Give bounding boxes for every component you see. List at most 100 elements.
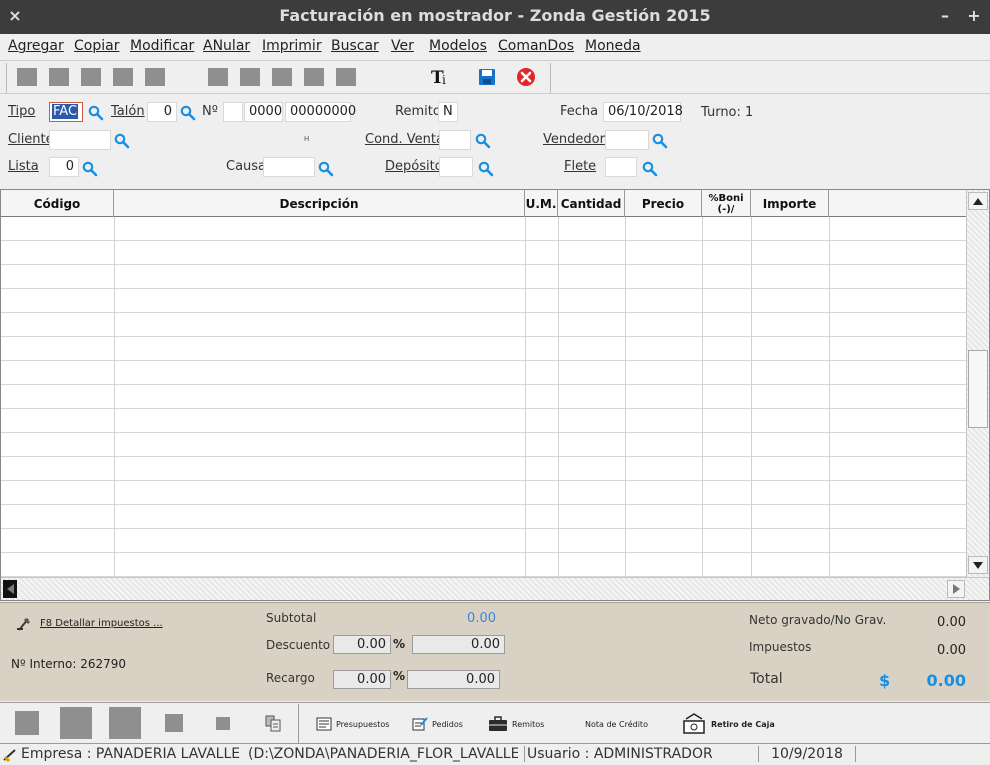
save-icon[interactable]	[476, 66, 498, 88]
toolbar: Ti	[0, 60, 990, 94]
bottom-button-3[interactable]	[109, 707, 141, 739]
subtotal-value: 0.00	[467, 611, 496, 626]
column-header-importe[interactable]: Importe	[751, 190, 829, 217]
table-row[interactable]	[1, 241, 966, 265]
table-row[interactable]	[1, 481, 966, 505]
talon-field[interactable]: 0	[147, 102, 177, 122]
pedidos-button[interactable]: Pedidos	[412, 713, 463, 735]
tipo-field[interactable]: FAC	[49, 102, 83, 122]
table-row[interactable]	[1, 385, 966, 409]
turno-label: Turno: 1	[701, 105, 754, 120]
toolbar-button-3[interactable]	[81, 68, 101, 86]
cond-venta-field[interactable]	[439, 130, 471, 150]
menu-comandos[interactable]: ComanDos	[498, 38, 574, 54]
numero-field[interactable]: 00000000	[285, 102, 356, 122]
recargo-percent-field[interactable]: 0.00	[333, 670, 391, 689]
vendedor-field[interactable]	[605, 130, 649, 150]
causa-field[interactable]	[263, 157, 315, 177]
bottom-button-5[interactable]	[216, 717, 230, 730]
fecha-field[interactable]: 06/10/2018	[603, 102, 683, 122]
table-row[interactable]	[1, 361, 966, 385]
table-row[interactable]	[1, 313, 966, 337]
table-row[interactable]	[1, 265, 966, 289]
vertical-scrollbar[interactable]	[966, 190, 989, 577]
toolbar-button-4[interactable]	[113, 68, 133, 86]
column-header-descripcion[interactable]: Descripción	[114, 190, 525, 217]
table-row[interactable]	[1, 337, 966, 361]
toolbar-button-1[interactable]	[17, 68, 37, 86]
descuento-percent-field[interactable]: 0.00	[333, 635, 391, 654]
search-icon[interactable]	[180, 105, 196, 121]
table-row[interactable]	[1, 289, 966, 313]
bottom-button-4[interactable]	[165, 714, 183, 732]
toolbar-button-5[interactable]	[145, 68, 165, 86]
toolbar-button-8[interactable]	[272, 68, 292, 86]
menu-buscar[interactable]: Buscar	[331, 38, 379, 54]
search-icon[interactable]	[82, 161, 98, 177]
table-row[interactable]	[1, 505, 966, 529]
search-icon[interactable]	[478, 161, 494, 177]
cancel-icon[interactable]	[515, 66, 537, 88]
table-row[interactable]	[1, 553, 966, 577]
table-row[interactable]	[1, 217, 966, 241]
toolbar-button-7[interactable]	[240, 68, 260, 86]
maximize-window-button[interactable]: +	[965, 6, 983, 25]
copy-docs-icon[interactable]	[264, 714, 282, 732]
recargo-amount-field[interactable]: 0.00	[407, 670, 500, 689]
column-header-precio[interactable]: Precio	[625, 190, 702, 217]
menu-anular[interactable]: ANular	[203, 38, 250, 54]
search-icon[interactable]	[642, 161, 658, 177]
menu-ver[interactable]: Ver	[391, 38, 414, 54]
toolbar-button-10[interactable]	[336, 68, 356, 86]
scroll-thumb[interactable]	[968, 350, 988, 428]
chevron-up-icon	[973, 197, 983, 205]
search-icon[interactable]	[475, 133, 491, 149]
toolbar-button-9[interactable]	[304, 68, 324, 86]
search-icon[interactable]	[318, 161, 334, 177]
menu-moneda[interactable]: Moneda	[585, 38, 641, 54]
scroll-right-button[interactable]	[947, 580, 965, 598]
table-row[interactable]	[1, 457, 966, 481]
column-header-codigo[interactable]: Código	[1, 190, 114, 217]
menu-modificar[interactable]: Modificar	[130, 38, 194, 54]
table-row[interactable]	[1, 409, 966, 433]
table-row[interactable]	[1, 433, 966, 457]
cliente-field[interactable]	[49, 130, 111, 150]
remito-field[interactable]: N	[438, 102, 458, 122]
column-header-bonificacion[interactable]: %Boni(-)/	[702, 190, 751, 217]
descuento-amount-field[interactable]: 0.00	[412, 635, 505, 654]
table-row[interactable]	[1, 529, 966, 553]
grid-body[interactable]	[1, 217, 966, 577]
search-icon[interactable]	[114, 133, 130, 149]
minimize-window-button[interactable]: –	[936, 6, 954, 25]
bottom-button-2[interactable]	[60, 707, 92, 739]
retiro-de-caja-button[interactable]: Retiro de Caja	[681, 713, 775, 735]
search-icon[interactable]	[88, 105, 104, 121]
toolbar-button-2[interactable]	[49, 68, 69, 86]
font-icon[interactable]: Ti	[430, 66, 452, 88]
items-grid[interactable]: Código Descripción U.M. Cantidad Precio …	[0, 189, 990, 601]
detail-taxes-link[interactable]: F8 Detallar impuestos ...	[40, 618, 163, 629]
presupuestos-button[interactable]: Presupuestos	[316, 713, 389, 735]
scroll-left-button[interactable]	[3, 580, 17, 598]
remitos-button[interactable]: Remitos	[488, 713, 544, 735]
bottom-button-1[interactable]	[15, 711, 39, 735]
toolbar-button-6[interactable]	[208, 68, 228, 86]
numero-blank-field[interactable]	[223, 102, 243, 122]
scroll-up-button[interactable]	[968, 192, 988, 210]
search-icon[interactable]	[652, 133, 668, 149]
menu-copiar[interactable]: Copiar	[74, 38, 119, 54]
menu-imprimir[interactable]: Imprimir	[262, 38, 322, 54]
menu-agregar[interactable]: Agregar	[8, 38, 64, 54]
scroll-down-button[interactable]	[968, 556, 988, 574]
deposito-field[interactable]	[439, 157, 473, 177]
column-header-um[interactable]: U.M.	[525, 190, 558, 217]
menu-modelos[interactable]: Modelos	[429, 38, 487, 54]
column-header-cantidad[interactable]: Cantidad	[558, 190, 625, 217]
tax-detail-icon[interactable]	[16, 616, 32, 632]
horizontal-scrollbar[interactable]	[1, 577, 989, 600]
nota-de-credito-button[interactable]: Nota de Crédito	[585, 713, 648, 735]
flete-field[interactable]	[605, 157, 637, 177]
lista-field[interactable]: 0	[49, 157, 79, 177]
numero-prefix-field[interactable]: 0000	[244, 102, 283, 122]
